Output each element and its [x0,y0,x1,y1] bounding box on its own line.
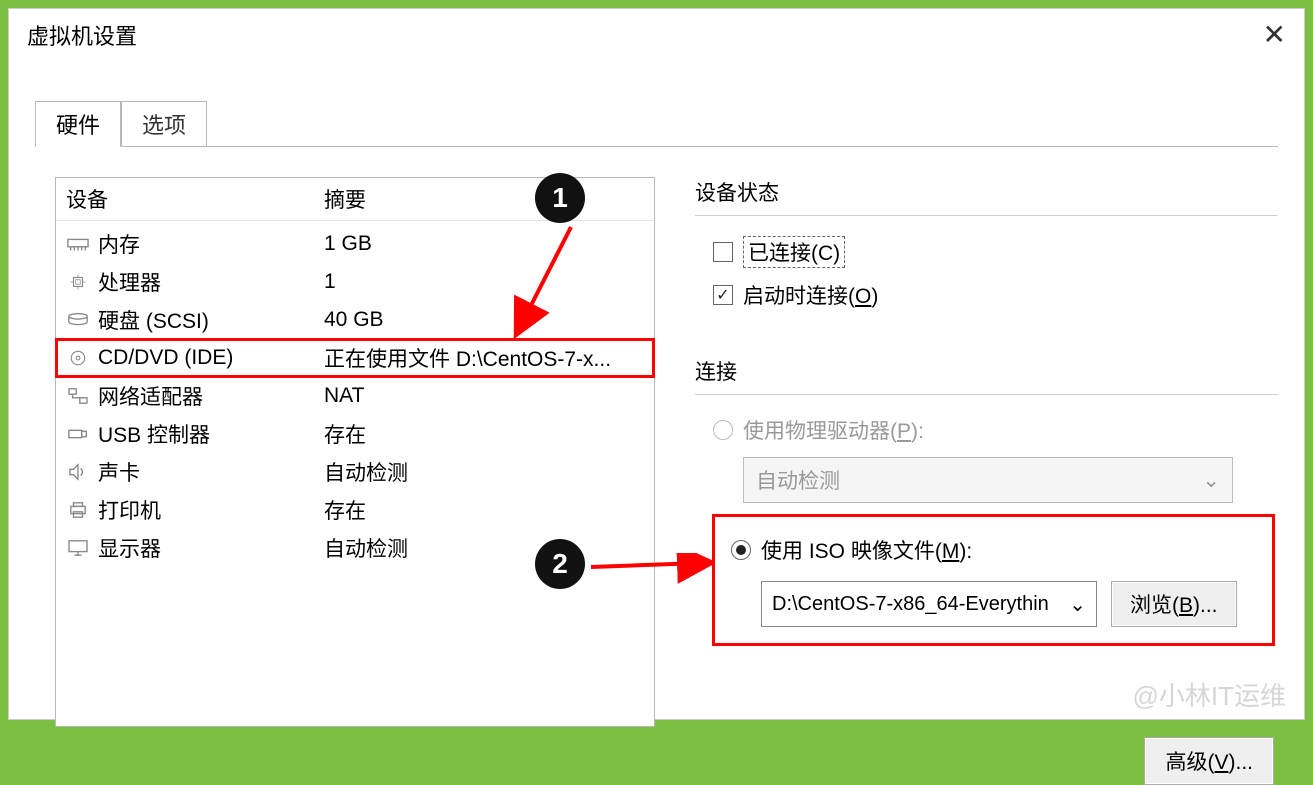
device-name: CD/DVD (IDE) [98,346,233,370]
autodetect-text: 自动检测 [756,465,840,495]
device-name: 处理器 [98,267,161,297]
device-row[interactable]: USB 控制器 存在 [56,415,654,453]
disk-icon [66,310,90,330]
device-summary: 1 [324,270,644,294]
device-summary: 1 GB [324,232,644,256]
chevron-down-icon: ⌄ [1069,592,1086,617]
callout-2: 2 [535,539,585,589]
device-summary: NAT [324,384,644,408]
device-table-body: 内存 1 GB 处理器 1 硬盘 (SCSI) 40 GB CD/DVD (IDE) 正在使用… [56,221,654,726]
use-iso-radio[interactable]: 使用 ISO 映像文件(M): [731,529,1260,571]
device-row[interactable]: 声卡 自动检测 [56,453,654,491]
settings-window: 虚拟机设置 ✕ 硬件 选项 设备 摘要 内存 1 GB 处理器 1 硬盘 (SCSI) 4… [8,8,1305,720]
checkbox-icon [713,242,733,262]
use-iso-label: 使用 ISO 映像文件(M): [761,535,972,565]
close-icon[interactable]: ✕ [1263,21,1286,49]
radio-icon [713,420,733,440]
device-row[interactable]: 网络适配器 NAT [56,377,654,415]
col-device: 设备 [66,184,324,214]
iso-group: 使用 ISO 映像文件(M): D:\CentOS-7-x86_64-Every… [713,515,1274,645]
connected-checkbox-row[interactable]: 已连接(C) [713,230,1274,274]
device-summary: 自动检测 [324,457,644,487]
iso-path-combo[interactable]: D:\CentOS-7-x86_64-Everythin ⌄ [761,581,1097,627]
connect-at-poweron-label: 启动时连接(O) [743,280,878,310]
use-physical-radio[interactable]: 使用物理驱动器(P): [713,409,1274,451]
window-title: 虚拟机设置 [27,19,137,51]
right-panel: 设备状态 已连接(C) 启动时连接(O) 连接 使用物理驱动器(P): [695,177,1278,727]
printer-icon [66,500,90,520]
device-summary: 自动检测 [324,533,644,563]
display-icon [66,538,90,558]
checkbox-checked-icon [713,285,733,305]
device-panel: 设备 摘要 内存 1 GB 处理器 1 硬盘 (SCSI) 40 GB CD/DVD (ID… [55,177,655,727]
device-name: 声卡 [98,457,140,487]
connection-group: 使用物理驱动器(P): 自动检测 ⌄ 使用 ISO 映像文件(M): D:\Ce… [695,394,1278,645]
device-row[interactable]: 处理器 1 [56,263,654,301]
device-summary: 存在 [324,419,644,449]
device-summary: 存在 [324,495,644,525]
content-area: 设备 摘要 内存 1 GB 处理器 1 硬盘 (SCSI) 40 GB CD/DVD (ID… [9,147,1304,727]
device-name: USB 控制器 [98,419,210,449]
device-table: 设备 摘要 内存 1 GB 处理器 1 硬盘 (SCSI) 40 GB CD/DVD (ID… [55,177,655,727]
browse-button[interactable]: 浏览(B)... [1111,581,1237,627]
cpu-icon [66,272,90,292]
device-row[interactable]: 内存 1 GB [56,225,654,263]
tab-hardware[interactable]: 硬件 [35,101,121,147]
device-name: 内存 [98,229,140,259]
usb-icon [66,424,90,444]
device-row[interactable]: 硬盘 (SCSI) 40 GB [56,301,654,339]
advanced-button[interactable]: 高级(V)... [1144,737,1274,785]
connect-at-poweron-row[interactable]: 启动时连接(O) [713,274,1274,316]
net-icon [66,386,90,406]
tab-options[interactable]: 选项 [121,101,207,147]
col-summary: 摘要 [324,184,366,214]
connected-label: 已连接(C) [743,236,845,268]
device-status-group: 已连接(C) 启动时连接(O) [695,215,1278,334]
titlebar: 虚拟机设置 ✕ [9,9,1304,61]
callout-1: 1 [535,173,585,223]
device-row[interactable]: 打印机 存在 [56,491,654,529]
device-name: 网络适配器 [98,381,203,411]
device-name: 硬盘 (SCSI) [98,305,209,335]
physical-drive-select: 自动检测 ⌄ [743,457,1233,503]
device-name: 显示器 [98,533,161,563]
use-physical-label: 使用物理驱动器(P): [743,415,924,445]
device-name: 打印机 [98,495,161,525]
iso-path-text: D:\CentOS-7-x86_64-Everythin [772,593,1049,616]
cd-icon [66,348,90,368]
device-status-label: 设备状态 [695,177,1278,207]
chevron-down-icon: ⌄ [1202,468,1220,493]
tab-row: 硬件 选项 [9,101,1304,147]
device-summary: 正在使用文件 D:\CentOS-7-x... [324,343,644,373]
radio-checked-icon [731,540,751,560]
sound-icon [66,462,90,482]
watermark: @小林IT运维 [1133,676,1287,713]
connection-label: 连接 [695,356,1278,386]
device-summary: 40 GB [324,308,644,332]
device-row[interactable]: CD/DVD (IDE) 正在使用文件 D:\CentOS-7-x... [56,339,654,377]
memory-icon [66,234,90,254]
